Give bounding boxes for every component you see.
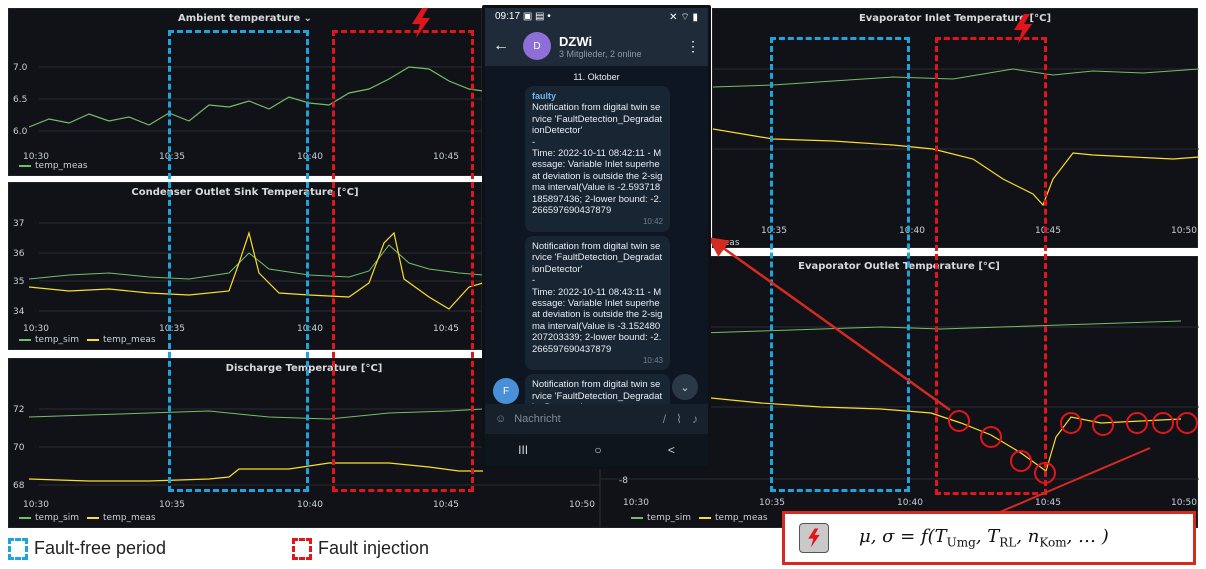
message-text: Notification from digital twin service '…: [532, 379, 663, 404]
fault-free-legend: Fault-free period: [8, 538, 166, 561]
chat-subtitle: 3 Mitglieder, 2 online: [559, 48, 642, 59]
recent-apps-button[interactable]: III: [518, 443, 528, 457]
back-button[interactable]: <: [668, 443, 675, 457]
message-input-bar[interactable]: ☺ Nachricht / ⌇ ♪: [485, 404, 708, 434]
formula-text: μ, σ = f(TUmg, TRL, nKom, … ): [859, 526, 1109, 550]
emoji-icon[interactable]: ☺: [495, 413, 506, 425]
scroll-down-button[interactable]: ⌄: [672, 374, 698, 400]
fault-free-swatch: [8, 538, 28, 561]
message-bubble[interactable]: Notification from digital twin service '…: [525, 235, 670, 371]
lightning-bolt-icon: [799, 523, 829, 553]
sender-avatar[interactable]: F: [493, 378, 519, 404]
home-button[interactable]: ○: [594, 443, 601, 457]
message-bubble[interactable]: Notification from digital twin service '…: [525, 374, 670, 404]
chat-name[interactable]: DZWi: [559, 34, 642, 49]
android-nav-bar: III ○ <: [485, 434, 708, 466]
telegram-phone-screen: 09:17 ▣ ▤ • ✕ ⌔ ▮ ← D DZWi 3 Mitglieder,…: [482, 5, 711, 469]
group-avatar[interactable]: D: [523, 32, 551, 60]
status-bar: 09:17 ▣ ▤ • ✕ ⌔ ▮: [485, 8, 708, 26]
message-list[interactable]: 11. Oktober faulty Notification from dig…: [485, 66, 708, 404]
message-input[interactable]: Nachricht: [514, 413, 653, 425]
date-separator: 11. Oktober: [573, 72, 620, 82]
message-text: Notification from digital twin service '…: [532, 240, 663, 355]
chat-header: ← D DZWi 3 Mitglieder, 2 online ⋮: [485, 26, 708, 66]
message-time: 10:43: [642, 355, 663, 365]
fault-injection-legend: Fault injection: [292, 538, 429, 561]
microphone-icon[interactable]: ♪: [692, 412, 698, 426]
message-bubble[interactable]: faulty Notification from digital twin se…: [525, 86, 670, 232]
back-arrow-icon[interactable]: ←: [493, 37, 517, 55]
message-sender: faulty: [532, 91, 557, 101]
formula-box: μ, σ = f(TUmg, TRL, nKom, … ): [782, 511, 1196, 565]
message-text: Notification from digital twin service '…: [532, 102, 663, 217]
attach-icon[interactable]: ⌇: [676, 412, 682, 426]
message-time: 10:42: [642, 217, 663, 227]
more-menu-icon[interactable]: ⋮: [686, 38, 700, 55]
command-icon[interactable]: /: [663, 412, 666, 426]
fault-injection-swatch: [292, 538, 312, 561]
